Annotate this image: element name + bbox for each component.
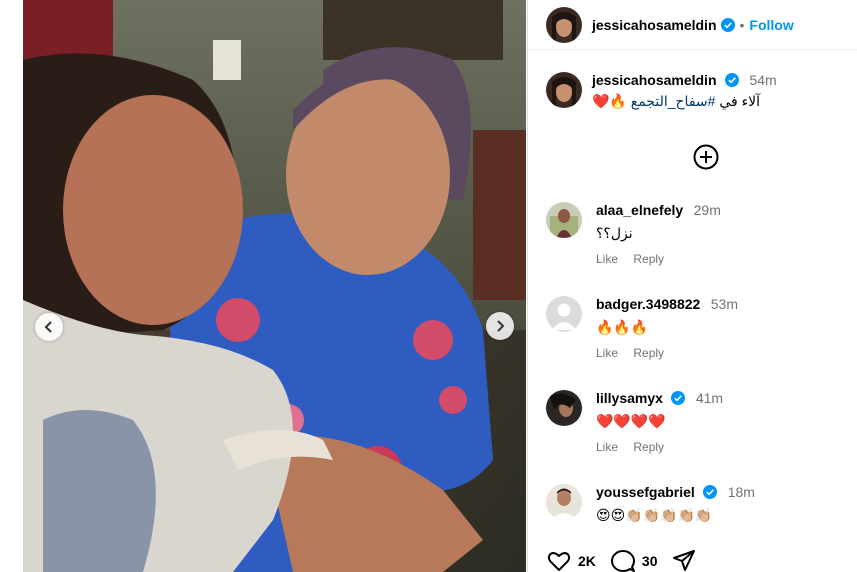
comment-reply-button[interactable]: Reply (633, 252, 664, 266)
previous-photo-button[interactable] (35, 313, 63, 341)
follow-button[interactable]: Follow (749, 17, 793, 33)
comments-count[interactable]: 30 (642, 553, 658, 569)
comment-text: نزل؟؟ (596, 225, 633, 241)
comment-text: ❤️❤️❤️❤️ (596, 413, 666, 429)
left-gutter (0, 0, 23, 572)
author-username[interactable]: jessicahosameldin (592, 17, 717, 33)
comment-bubble-icon[interactable] (610, 548, 636, 572)
likes-count[interactable]: 2K (578, 553, 596, 569)
comment-reply-button[interactable]: Reply (633, 440, 664, 454)
verified-badge-icon (720, 17, 735, 32)
comment-body: alaa_elnefely 29m نزل؟؟ Like Reply (596, 202, 721, 266)
commenter-avatar[interactable] (546, 296, 582, 332)
comment-time: 18m (727, 484, 755, 500)
caption-time: 54m (749, 72, 777, 88)
commenter-avatar[interactable] (546, 484, 582, 520)
chevron-left-icon (44, 321, 52, 333)
comment-body: youssefgabriel 18m 😍😍👏🏼👏🏼👏🏼👏🏼👏🏼 (596, 484, 755, 524)
caption-author-username[interactable]: jessicahosameldin (592, 72, 717, 88)
comment-username[interactable]: youssefgabriel (596, 484, 695, 500)
comment-item: youssefgabriel 18m 😍😍👏🏼👏🏼👏🏼👏🏼👏🏼 (546, 484, 755, 524)
paper-plane-icon[interactable] (671, 548, 697, 572)
comment-actions: Like Reply (596, 252, 721, 266)
comment-reply-button[interactable]: Reply (633, 346, 664, 360)
post-actions-bar: 2K 30 (546, 548, 697, 572)
comment-like-button[interactable]: Like (596, 252, 618, 266)
comment-like-button[interactable]: Like (596, 440, 618, 454)
comment-body: badger.3498822 53m 🔥🔥🔥 Like Reply (596, 296, 738, 360)
caption-author-avatar[interactable] (546, 72, 582, 108)
comment-text: 🔥🔥🔥 (596, 319, 649, 335)
verified-badge-icon (703, 485, 718, 499)
caption-prefix: ﺁﻻﺀ ﻓﻲ (719, 93, 761, 109)
selfie-photo (23, 0, 526, 572)
comment-actions: Like Reply (596, 346, 738, 360)
comment-time: 41m (695, 390, 724, 406)
comment-time: 53m (710, 296, 738, 312)
comment-actions: Like Reply (596, 440, 723, 454)
heart-icon[interactable] (546, 548, 572, 572)
comment-username[interactable]: badger.3498822 (596, 296, 700, 312)
caption-emojis: 🔥❤️ (592, 93, 627, 109)
comment-text: 😍😍👏🏼👏🏼👏🏼👏🏼👏🏼 (596, 507, 713, 523)
comment-item: lillysamyx 41m ❤️❤️❤️❤️ Like Reply (546, 390, 723, 454)
comment-item: alaa_elnefely 29m نزل؟؟ Like Reply (546, 202, 721, 266)
comment-username[interactable]: alaa_elnefely (596, 202, 683, 218)
comment-username[interactable]: lillysamyx (596, 390, 663, 406)
commenter-avatar[interactable] (546, 202, 582, 238)
caption-hashtag[interactable]: #سفاح_التجمع (631, 93, 716, 109)
post-caption: jessicahosameldin 54m ﺁﻻﺀ ﻓﻲ #سفاح_التجم… (546, 72, 777, 110)
post-side-panel: jessicahosameldin • Follow jessicahosame… (527, 0, 857, 572)
chevron-right-icon (497, 320, 505, 332)
caption-body: ﺁﻻﺀ ﻓﻲ #سفاح_التجمع 🔥❤️ (592, 93, 777, 110)
commenter-avatar[interactable] (546, 390, 582, 426)
verified-badge-icon (724, 73, 739, 87)
plus-circle-icon[interactable] (693, 144, 719, 170)
caption-text-block: jessicahosameldin 54m ﺁﻻﺀ ﻓﻲ #سفاح_التجم… (592, 72, 777, 110)
author-avatar[interactable] (546, 6, 582, 43)
next-photo-button[interactable] (486, 312, 514, 340)
comment-time: 29m (693, 202, 721, 218)
post-photo (23, 0, 526, 572)
comment-body: lillysamyx 41m ❤️❤️❤️❤️ Like Reply (596, 390, 723, 454)
comment-item: badger.3498822 53m 🔥🔥🔥 Like Reply (546, 296, 738, 360)
post-header: jessicahosameldin • Follow (528, 0, 857, 50)
verified-badge-icon (671, 391, 686, 405)
comment-like-button[interactable]: Like (596, 346, 618, 360)
separator-dot: • (739, 16, 745, 33)
